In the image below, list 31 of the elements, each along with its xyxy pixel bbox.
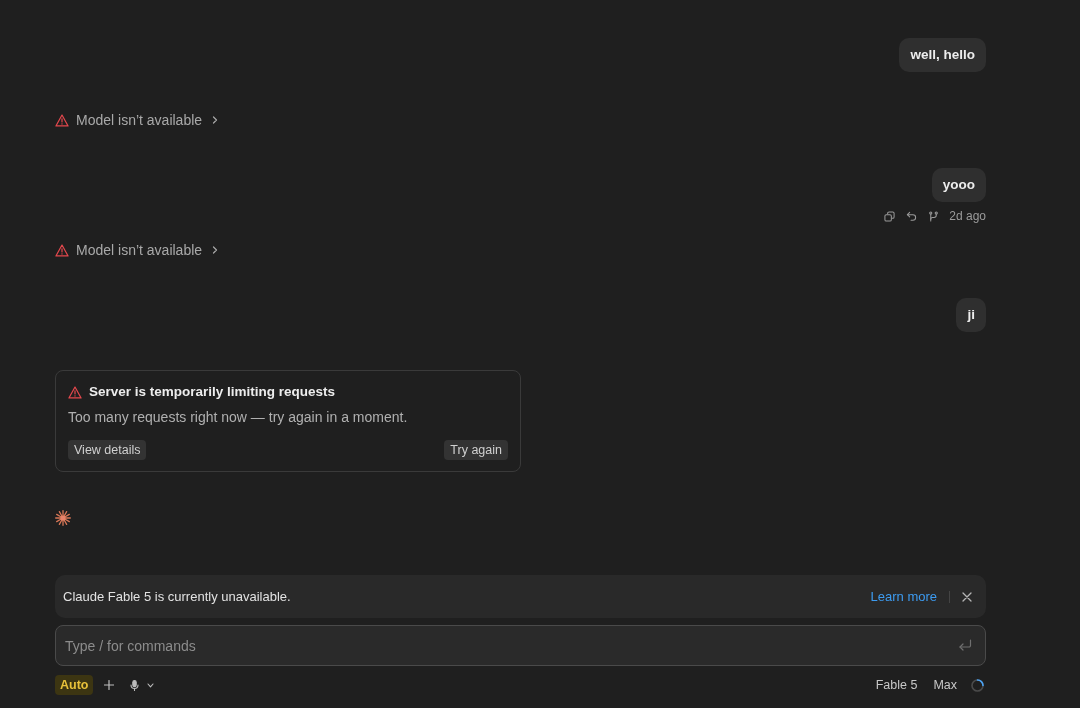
warning-icon [55, 113, 69, 127]
message-input[interactable]: Type / for commands [55, 625, 986, 666]
error-disclosure[interactable]: Model isn’t available [55, 240, 219, 260]
error-message: Too many requests right now — try again in a moment. [68, 408, 409, 426]
chevron-right-icon [212, 116, 219, 124]
branch-icon[interactable] [928, 210, 940, 222]
chevron-right-icon [212, 246, 219, 254]
message-timestamp: 2d ago [949, 209, 986, 223]
error-title: Server is temporarily limiting requests [89, 383, 336, 401]
user-message: ji [956, 298, 986, 332]
spinner-icon [971, 678, 984, 692]
warning-icon [68, 385, 82, 399]
microphone-icon[interactable] [130, 679, 140, 691]
retry-button[interactable]: Try again [444, 440, 508, 460]
mode-toggle[interactable]: Auto [55, 675, 94, 695]
details-button[interactable]: View details [68, 440, 147, 460]
sparkle-icon [55, 510, 71, 526]
learn-more-link[interactable]: Learn more [870, 589, 937, 604]
effort-selector[interactable]: Max [933, 678, 957, 692]
plus-icon[interactable] [104, 680, 115, 690]
enter-icon[interactable] [958, 639, 972, 652]
copy-icon[interactable] [884, 210, 896, 222]
close-icon[interactable] [962, 591, 972, 602]
notice-text: Claude Fable 5 is currently unavailable. [63, 589, 292, 604]
model-selector[interactable]: Fable 5 [875, 678, 918, 692]
chevron-down-icon[interactable] [147, 682, 155, 688]
user-message: well, hello [899, 38, 986, 72]
undo-icon[interactable] [906, 210, 918, 222]
error-disclosure[interactable]: Model isn’t available [55, 110, 219, 130]
user-message: yooo [931, 168, 986, 202]
warning-icon [55, 243, 69, 257]
